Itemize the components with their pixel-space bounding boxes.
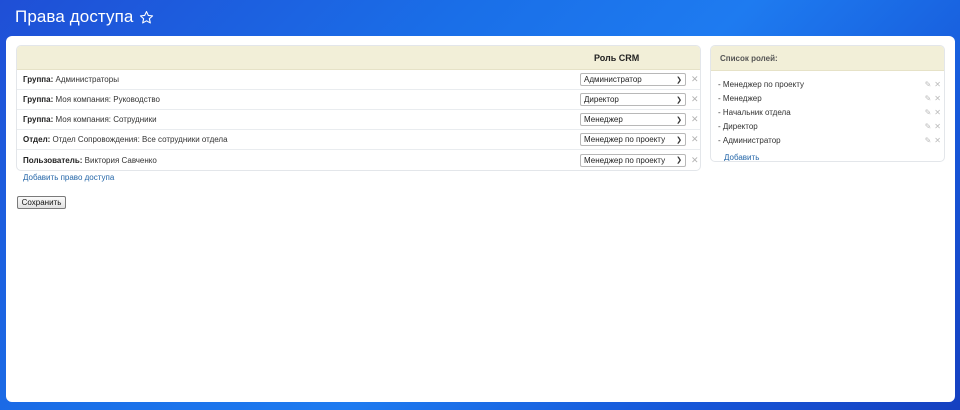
save-button[interactable]: Сохранить [17,196,66,209]
role-item: - Администратор ✎ ✕ [718,133,944,147]
roles-panel: Список ролей: - Менеджер по проекту ✎ ✕ -… [710,45,945,162]
role-select[interactable]: Администратор ❯ [580,73,686,86]
delete-icon[interactable]: ✕ [934,122,941,131]
role-item-label: - Менеджер [718,93,762,103]
header-role-column: Роль CRM [594,52,640,63]
roles-list: - Менеджер по проекту ✎ ✕ - Менеджер ✎ ✕ -… [711,71,944,162]
role-item-label: - Менеджер по проекту [718,79,804,89]
subject-name: Отдел Сопровождения: Все сотрудники отде… [52,135,228,144]
access-subject: Группа: Моя компания: Сотрудники [17,115,578,124]
delete-icon[interactable]: ✕ [691,95,699,104]
role-cell: Менеджер ❯ ✕ [578,113,700,126]
subject-name: Виктория Савченко [84,155,157,165]
role-item: - Директор ✎ ✕ [718,119,944,133]
chevron-down-icon: ❯ [676,116,682,124]
role-select-value: Менеджер [584,115,623,124]
access-subject: Группа: Моя компания: Руководство [17,95,578,104]
table-row: Группа: Моя компания: Сотрудники Менедже… [17,110,700,130]
page-title: Права доступа [15,7,134,26]
role-select-value: Менеджер по проекту [584,135,666,144]
role-item-label: - Директор [718,121,758,131]
role-select[interactable]: Директор ❯ [580,93,686,106]
role-cell: Администратор ❯ ✕ [578,73,700,86]
subject-name: Моя компания: Сотрудники [55,115,157,124]
role-cell: Менеджер по проекту ❯ ✕ [578,133,700,146]
subject-type: Пользователь: [23,155,83,165]
pencil-icon[interactable]: ✎ [925,136,932,145]
role-actions: ✎ ✕ [925,122,944,131]
table-row: Отдел: Отдел Сопровождения: Все сотрудни… [17,130,700,150]
subject-type: Группа: [23,75,54,84]
pencil-icon[interactable]: ✎ [925,80,932,89]
subject-type: Группа: [23,95,54,104]
delete-icon[interactable]: ✕ [691,155,699,165]
role-actions: ✎ ✕ [925,80,944,89]
delete-icon[interactable]: ✕ [691,75,699,84]
table-row: Пользователь: Виктория Савченко Менеджер… [17,150,700,170]
subject-name: Администраторы [55,75,119,84]
chevron-down-icon: ❯ [676,96,682,104]
access-subject: Отдел: Отдел Сопровождения: Все сотрудни… [17,135,578,144]
role-item: - Менеджер ✎ ✕ [718,91,944,105]
role-actions: ✎ ✕ [925,94,944,103]
delete-icon[interactable]: ✕ [934,80,941,89]
subject-type: Отдел: [23,135,51,144]
pencil-icon[interactable]: ✎ [925,94,932,103]
access-subject: Группа: Администраторы [17,75,578,84]
role-select[interactable]: Менеджер ❯ [580,113,686,126]
role-select[interactable]: Менеджер по проекту ❯ [580,153,686,167]
role-actions: ✎ ✕ [925,136,944,145]
chevron-down-icon: ❯ [676,157,682,164]
role-item-label: - Администратор [718,135,781,145]
role-cell: Директор ❯ ✕ [578,93,700,106]
star-icon[interactable] [139,10,154,25]
role-select-value: Директор [584,95,619,104]
delete-icon[interactable]: ✕ [934,108,941,117]
role-actions: ✎ ✕ [925,108,944,117]
table-row: Группа: Моя компания: Руководство Директ… [17,90,700,110]
delete-icon[interactable]: ✕ [934,94,941,103]
subject-type: Группа: [23,115,54,124]
pencil-icon[interactable]: ✎ [925,108,932,117]
role-cell: Менеджер по проекту ❯ ✕ [578,153,700,167]
chevron-down-icon: ❯ [676,136,682,144]
table-header: Роль CRM [17,46,700,70]
add-access-right-link[interactable]: Добавить право доступа [23,173,114,182]
delete-icon[interactable]: ✕ [691,135,699,144]
delete-icon[interactable]: ✕ [934,136,941,145]
subject-name: Моя компания: Руководство [55,95,160,104]
role-item: - Начальник отдела ✎ ✕ [718,105,944,119]
role-item-label: - Начальник отдела [718,107,791,117]
access-subject: Пользователь: Виктория Савченко [17,156,578,165]
workarea: Роль CRM Группа: Администраторы Админист… [6,36,955,402]
delete-icon[interactable]: ✕ [691,115,699,124]
roles-panel-title: Список ролей: [711,46,944,71]
pencil-icon[interactable]: ✎ [925,122,932,131]
role-select-value: Администратор [584,75,642,84]
chevron-down-icon: ❯ [676,76,682,84]
page-header: Права доступа [15,4,154,30]
table-row: Группа: Администраторы Администратор ❯ ✕ [17,70,700,90]
role-select[interactable]: Менеджер по проекту ❯ [580,133,686,146]
add-role-link[interactable]: Добавить [724,153,759,161]
access-rights-table: Роль CRM Группа: Администраторы Админист… [16,45,701,171]
role-item: - Менеджер по проекту ✎ ✕ [718,77,944,91]
role-select-value: Менеджер по проекту [584,155,666,165]
